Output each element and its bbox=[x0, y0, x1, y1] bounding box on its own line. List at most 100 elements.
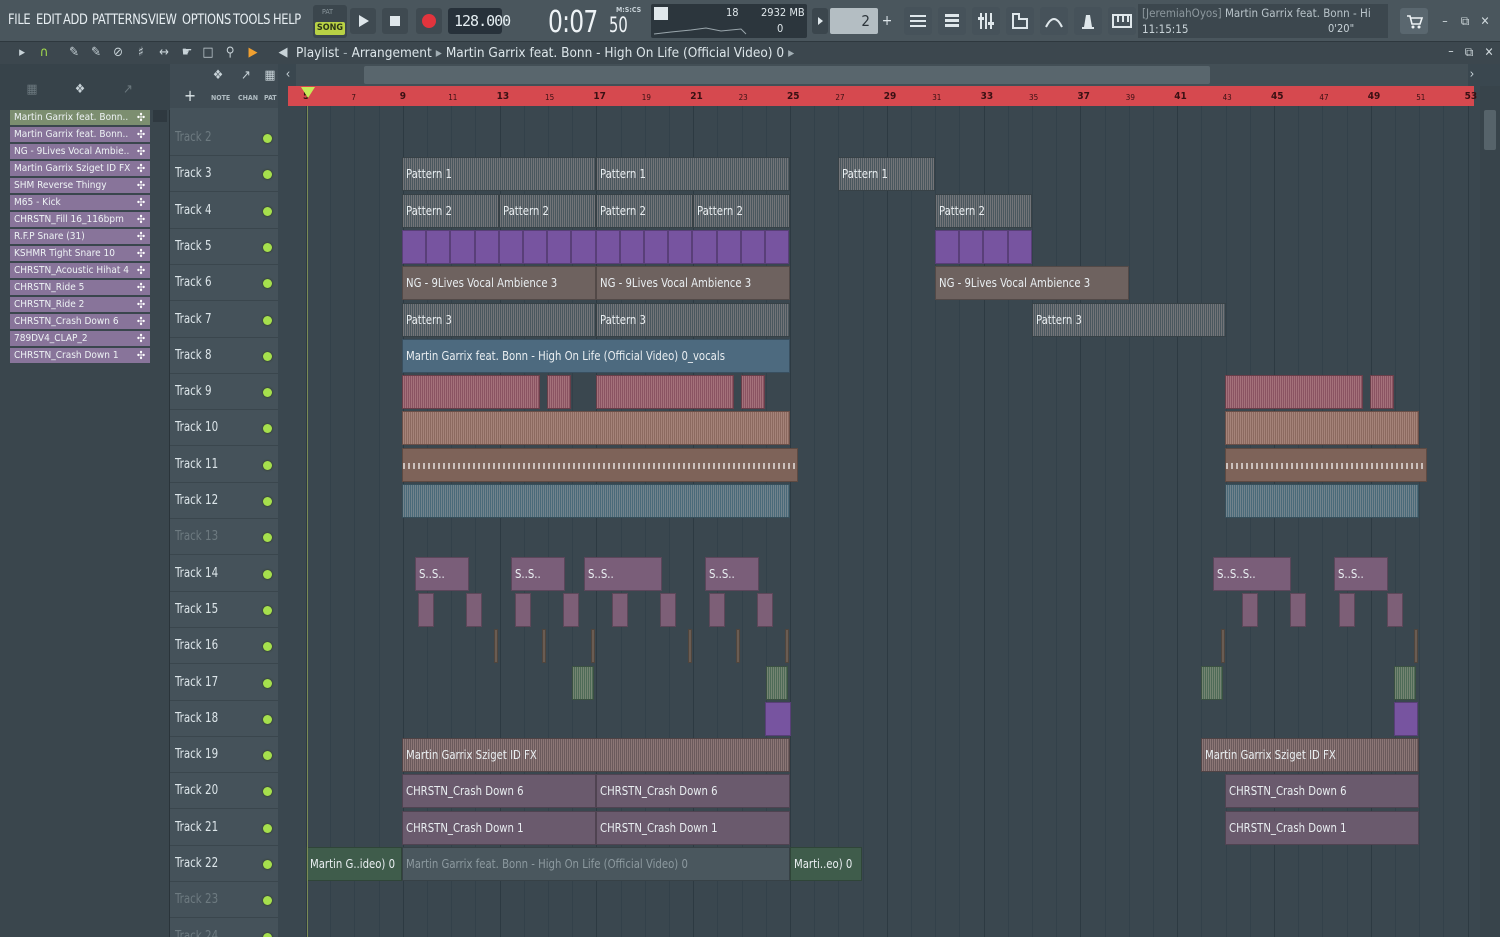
track-enable-led[interactable] bbox=[263, 860, 272, 869]
track-name[interactable]: Track 5 bbox=[175, 239, 212, 254]
pattern-selector[interactable]: 2 bbox=[830, 8, 878, 34]
playlist-clip[interactable]: Pattern 2 bbox=[693, 193, 790, 228]
track-header[interactable]: Track 4 bbox=[170, 193, 278, 229]
audio-clip[interactable] bbox=[1242, 592, 1258, 627]
clip-item[interactable]: CHRSTN_Ride 2 ✣ bbox=[10, 297, 150, 312]
audio-clip[interactable] bbox=[1225, 411, 1419, 446]
playlist-clip[interactable]: CHRSTN_Crash Down 6 bbox=[402, 774, 596, 809]
track-header[interactable]: Track 6 bbox=[170, 265, 278, 302]
piano-roll-icon[interactable] bbox=[1108, 7, 1136, 35]
playlist-clip[interactable]: Martin Garrix feat. Bonn - High On Life … bbox=[402, 847, 790, 881]
track-name[interactable]: Track 4 bbox=[175, 203, 212, 218]
menu-help[interactable]: HELP bbox=[273, 12, 301, 28]
audio-clip[interactable] bbox=[1370, 375, 1394, 410]
track-header[interactable]: Track 3 bbox=[170, 156, 278, 193]
record-button[interactable] bbox=[416, 8, 442, 34]
audio-clip[interactable] bbox=[1290, 592, 1306, 627]
breadcrumb-project[interactable]: Martin Garrix feat. Bonn - High On Life … bbox=[446, 45, 784, 61]
track-enable-led[interactable] bbox=[263, 787, 272, 797]
automation-clip[interactable] bbox=[740, 229, 765, 264]
track-name[interactable]: Track 18 bbox=[175, 711, 218, 726]
audio-clip[interactable]: S..S..S.. bbox=[1213, 556, 1291, 591]
audio-clip[interactable] bbox=[1339, 592, 1355, 627]
automation-clip[interactable] bbox=[935, 229, 960, 264]
audio-clip[interactable] bbox=[547, 375, 571, 410]
speaker-icon[interactable]: ◀ bbox=[275, 45, 291, 61]
audio-clip[interactable] bbox=[1394, 665, 1416, 700]
audio-clip[interactable] bbox=[1414, 629, 1418, 664]
playlist-clip[interactable]: Martin Garrix feat. Bonn - High On Life … bbox=[402, 338, 790, 373]
automation-clip[interactable] bbox=[523, 229, 548, 264]
clip-item[interactable]: Martin Garrix Sziget ID FX ✣ bbox=[10, 161, 150, 176]
audio-clip[interactable] bbox=[466, 592, 482, 627]
track-name[interactable]: Track 9 bbox=[175, 384, 212, 399]
track-header[interactable]: Track 22 bbox=[170, 846, 278, 882]
track-header[interactable]: Track 2 bbox=[170, 120, 278, 156]
automation-clip[interactable] bbox=[619, 229, 644, 264]
track-name[interactable]: Track 17 bbox=[175, 675, 218, 690]
automation-mode-icon[interactable]: ↗ bbox=[238, 68, 254, 84]
audio-clip[interactable] bbox=[542, 629, 546, 664]
automation-clip[interactable] bbox=[498, 229, 523, 264]
clip-add-icon[interactable]: ✣ bbox=[134, 161, 148, 176]
clip-item[interactable]: Martin Garrix feat. Bonn.. ✣ bbox=[10, 110, 150, 125]
menu-view[interactable]: VIEW bbox=[148, 12, 177, 28]
clip-add-icon[interactable]: ✣ bbox=[134, 263, 148, 278]
track-header[interactable]: Track 20 bbox=[170, 773, 278, 810]
minimize-icon[interactable]: – bbox=[1438, 14, 1452, 28]
panel-close-icon[interactable]: ✕ bbox=[1482, 45, 1496, 59]
playlist-clip[interactable]: CHRSTN_Crash Down 6 bbox=[596, 774, 790, 809]
track-name[interactable]: Track 15 bbox=[175, 602, 218, 617]
scroll-left-icon[interactable]: ‹ bbox=[280, 67, 296, 83]
scroll-right-icon[interactable]: › bbox=[1464, 67, 1480, 83]
automation-clip[interactable] bbox=[595, 229, 620, 264]
playlist-clip[interactable]: Martin Garrix Sziget ID FX bbox=[1201, 738, 1419, 773]
track-enable-led[interactable] bbox=[263, 242, 272, 252]
playlist-clip[interactable]: Pattern 2 bbox=[402, 193, 499, 228]
automation-clip[interactable] bbox=[547, 229, 572, 264]
playlist-clip[interactable]: Pattern 2 bbox=[596, 193, 693, 228]
track-enable-led[interactable] bbox=[263, 279, 272, 289]
menu-patterns[interactable]: PATTERNS bbox=[92, 12, 148, 28]
panel-restore-icon[interactable]: ⧉ bbox=[1462, 45, 1476, 59]
track-header[interactable]: Track 19 bbox=[170, 737, 278, 774]
timeline-ruler[interactable]: 5 7 9 11 13 15 17 19 21 23 25 27 29 31 33 35 37 39 41 43 45 4… bbox=[288, 86, 1477, 106]
track-enable-led[interactable] bbox=[263, 605, 272, 615]
clip-item[interactable]: 789DV4_CLAP_2 ✣ bbox=[10, 331, 150, 346]
pencil-icon[interactable]: ✎ bbox=[66, 45, 82, 61]
playlist-view-icon[interactable] bbox=[904, 7, 932, 35]
track-header[interactable]: Track 5 bbox=[170, 229, 278, 265]
piano-icon[interactable]: ▦ bbox=[24, 82, 40, 98]
audio-clip[interactable]: S..S.. bbox=[705, 556, 759, 591]
track-name[interactable]: Track 21 bbox=[175, 820, 218, 835]
clip-item[interactable]: NG - 9Lives Vocal Ambie.. ✣ bbox=[10, 144, 150, 159]
clip-add-icon[interactable]: ✣ bbox=[134, 314, 148, 329]
track-name[interactable]: Track 24 bbox=[175, 929, 218, 937]
picker-scrollbar[interactable] bbox=[153, 110, 167, 122]
track-name[interactable]: Track 3 bbox=[175, 166, 212, 181]
clip-add-icon[interactable]: ✣ bbox=[134, 297, 148, 312]
clip-add-icon[interactable]: ✣ bbox=[134, 110, 148, 125]
track-enable-led[interactable] bbox=[263, 170, 272, 180]
track-name[interactable]: Track 16 bbox=[175, 638, 218, 653]
clip-item[interactable]: CHRSTN_Fill 16_116bpm ✣ bbox=[10, 212, 150, 227]
track-header[interactable]: Track 9 bbox=[170, 374, 278, 411]
audio-clip-icon[interactable]: ❖ bbox=[72, 82, 88, 98]
audio-clip[interactable] bbox=[563, 592, 579, 627]
track-enable-led[interactable] bbox=[263, 751, 272, 761]
clip-item[interactable]: SHM Reverse Thingy ✣ bbox=[10, 178, 150, 193]
track-header[interactable]: Track 15 bbox=[170, 592, 278, 628]
audio-clip[interactable] bbox=[612, 592, 628, 627]
audio-clip[interactable] bbox=[418, 592, 434, 627]
playlist-clip[interactable]: NG - 9Lives Vocal Ambience 3 bbox=[402, 266, 596, 301]
menu-tools[interactable]: TOOLS bbox=[233, 12, 270, 28]
slip-icon[interactable]: ↔ bbox=[156, 45, 172, 61]
track-name[interactable]: Track 12 bbox=[175, 493, 218, 508]
clip-item[interactable]: KSHMR Tight Snare 10 ✣ bbox=[10, 246, 150, 261]
menu-file[interactable]: FILE bbox=[8, 12, 31, 28]
track-name[interactable]: Track 20 bbox=[175, 783, 218, 798]
shop-button[interactable] bbox=[1400, 8, 1428, 34]
track-header[interactable]: Track 14 bbox=[170, 556, 278, 592]
track-enable-led[interactable] bbox=[263, 351, 272, 361]
vertical-scroll-thumb[interactable] bbox=[1484, 110, 1496, 150]
